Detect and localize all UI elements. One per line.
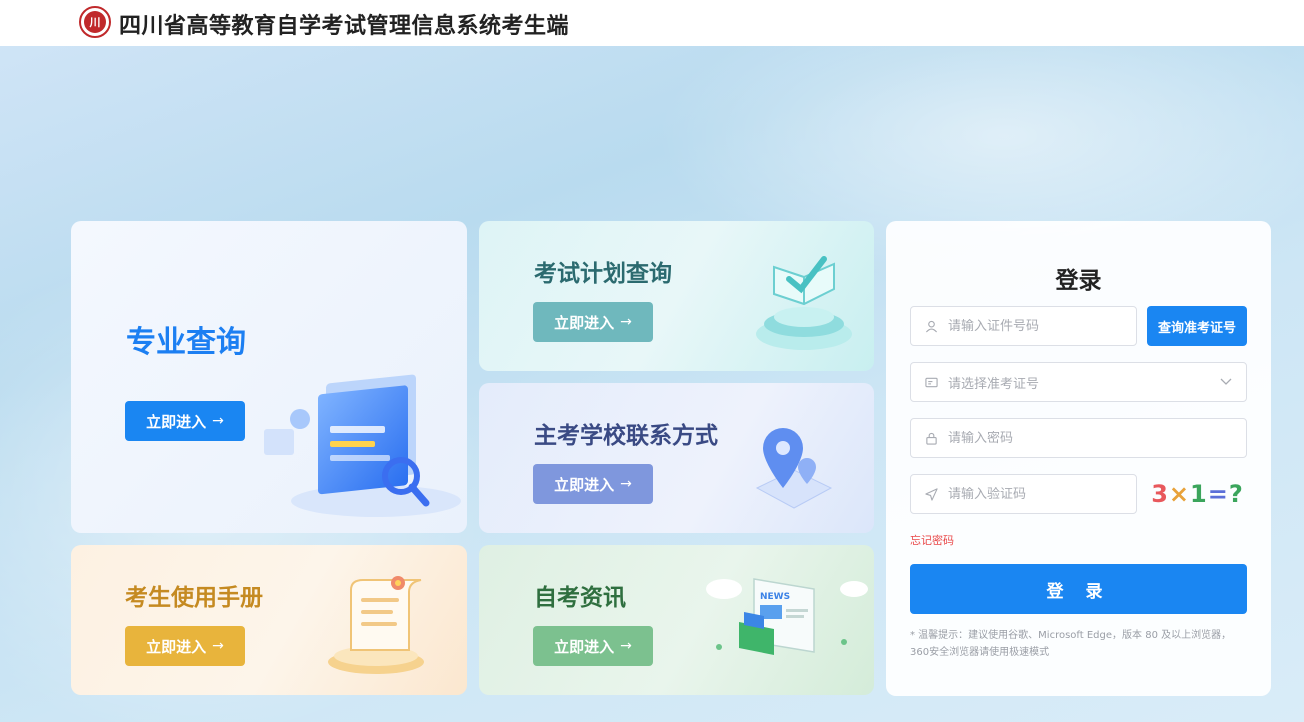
card-title: 自考资讯 [534, 585, 626, 611]
documents-search-illustration [264, 374, 461, 517]
card-school-contact[interactable]: 主考学校联系方式 立即进入 → [479, 383, 874, 533]
login-panel: 登录 查询准考证号 请选择准考证号 3 × 1 = ? 忘记密码 登 [886, 221, 1271, 696]
enter-button-label: 立即进入 [554, 637, 615, 656]
arrow-right-icon: → [212, 413, 224, 429]
card-exam-plan[interactable]: 考试计划查询 立即进入 → [479, 221, 874, 371]
password-field[interactable] [910, 418, 1247, 458]
arrow-right-icon: → [620, 638, 632, 654]
id-card-icon [925, 376, 938, 389]
card-news[interactable]: 自考资讯 立即进入 → NEWS [479, 545, 874, 695]
enter-button-news[interactable]: 立即进入 → [533, 626, 653, 666]
logo-mark: 川 [84, 11, 106, 33]
lock-icon [925, 432, 938, 445]
card-title: 考试计划查询 [534, 261, 672, 287]
map-pin-illustration [755, 428, 833, 509]
captcha-char: 3 [1151, 480, 1168, 508]
captcha-char: × [1168, 480, 1190, 508]
arrow-right-icon: → [620, 314, 632, 330]
arrow-right-icon: → [620, 476, 632, 492]
chevron-down-icon [1220, 375, 1232, 389]
enter-button-manual[interactable]: 立即进入 → [125, 626, 245, 666]
enter-button-label: 立即进入 [146, 637, 207, 656]
scroll-document-illustration [328, 576, 424, 674]
card-title: 主考学校联系方式 [534, 423, 718, 449]
logo: 川 [79, 6, 111, 38]
news-label: NEWS [760, 592, 790, 602]
card-user-manual[interactable]: 考生使用手册 立即进入 → [71, 545, 467, 695]
login-title: 登录 [1055, 268, 1102, 294]
card-title: 考生使用手册 [125, 585, 263, 611]
enter-button-label: 立即进入 [146, 412, 207, 431]
query-admission-number-button[interactable]: 查询准考证号 [1147, 306, 1247, 346]
id-number-input[interactable] [948, 318, 1128, 334]
enter-button-school[interactable]: 立即进入 → [533, 464, 653, 504]
enter-button-major[interactable]: 立即进入 → [125, 401, 245, 441]
id-number-field[interactable] [910, 306, 1137, 346]
captcha-char: ? [1228, 480, 1243, 508]
captcha-char: 1 [1190, 480, 1207, 508]
site-title: 四川省高等教育自学考试管理信息系统考生端 [119, 14, 570, 39]
login-button[interactable]: 登 录 [910, 564, 1247, 614]
forgot-password-link[interactable]: 忘记密码 [910, 532, 954, 548]
book-podium-illustration [756, 256, 852, 350]
admission-number-select[interactable]: 请选择准考证号 [910, 362, 1247, 402]
user-icon [925, 320, 938, 333]
enter-button-label: 立即进入 [554, 475, 615, 494]
card-title: 专业查询 [126, 325, 246, 360]
admission-number-placeholder: 请选择准考证号 [948, 376, 1040, 392]
captcha-char: = [1207, 480, 1228, 508]
arrow-right-icon: → [212, 638, 224, 654]
enter-button-label: 立即进入 [554, 313, 615, 332]
newspaper-illustration: NEWS [706, 578, 868, 655]
captcha-image[interactable]: 3 × 1 = ? [1147, 474, 1247, 514]
captcha-input[interactable] [948, 486, 1128, 502]
card-major-query[interactable]: 专业查询 立即进入 → [71, 221, 467, 533]
captcha-field[interactable] [910, 474, 1137, 514]
send-icon [925, 487, 938, 501]
header: 川 四川省高等教育自学考试管理信息系统考生端 [0, 0, 1304, 46]
password-input[interactable] [948, 430, 1128, 446]
browser-tip: * 温馨提示：建议使用谷歌、Microsoft Edge，版本 80 及以上浏览… [910, 630, 1232, 658]
enter-button-plan[interactable]: 立即进入 → [533, 302, 653, 342]
